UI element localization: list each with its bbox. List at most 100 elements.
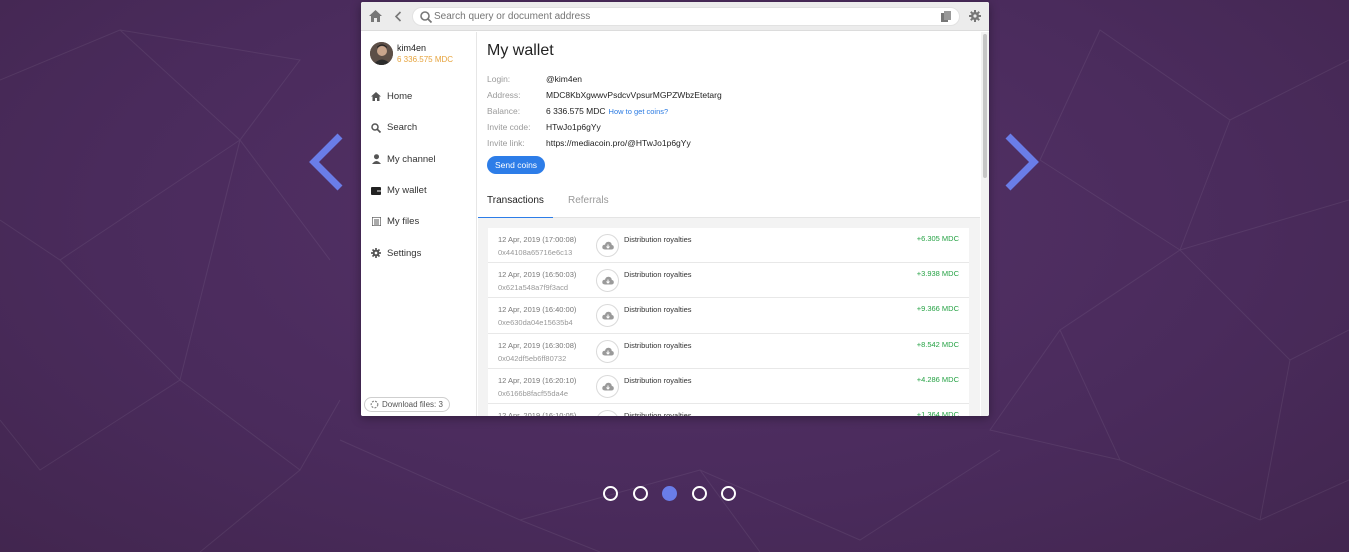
download-files-button[interactable]: Download files: 3	[364, 397, 450, 412]
browser-toolbar	[361, 2, 989, 31]
login-label: Login:	[487, 74, 511, 84]
transaction-date: 12 Apr, 2019 (16:20:10)	[498, 375, 577, 385]
wallet-tabs: Transactions Referrals	[478, 188, 980, 219]
transaction-description: Distribution royalties	[624, 375, 692, 385]
sidebar-item-my-files[interactable]: My files	[361, 206, 477, 237]
balance-row: Balance: 6 336.575 MDC How to get coins?	[487, 103, 722, 119]
search-icon	[371, 123, 381, 133]
transaction-date: 12 Apr, 2019 (16:50:03)	[498, 270, 577, 280]
sidebar: kim4en 6 336.575 MDC Home Search My chan…	[361, 32, 477, 416]
chevron-left-icon	[309, 133, 343, 191]
chevron-left-icon	[394, 10, 402, 22]
login-value: @kim4en	[546, 74, 583, 84]
sidebar-item-my-channel[interactable]: My channel	[361, 144, 477, 175]
transaction-description: Distribution royalties	[624, 410, 692, 416]
cloud-download-icon	[596, 339, 619, 363]
tab-transactions[interactable]: Transactions	[478, 188, 553, 219]
transaction-row[interactable]: 12 Apr, 2019 (16:30:08) 0x042df5eb6ff807…	[488, 333, 969, 369]
transaction-amount: +6.305 MDC	[916, 234, 959, 243]
login-row: Login: @kim4en	[487, 71, 722, 87]
scrollbar-thumb[interactable]	[983, 34, 987, 178]
search-icon	[420, 11, 433, 24]
paste-icon[interactable]	[940, 10, 953, 23]
carousel-dot-1[interactable]	[603, 486, 618, 501]
transaction-description: Distribution royalties	[624, 235, 692, 244]
carousel-dot-4[interactable]	[691, 486, 707, 501]
transaction-row[interactable]: 12 Apr, 2019 (16:40:00) 0xe630da04e15635…	[488, 298, 969, 334]
transaction-amount: +1.364 MDC	[916, 409, 959, 416]
spinner-icon	[370, 400, 379, 409]
user-balance: 6 336.575 MDC	[397, 55, 454, 64]
scrollbar[interactable]	[981, 32, 989, 416]
transaction-date: 12 Apr, 2019 (17:00:08)	[498, 235, 577, 244]
carousel-dot-3[interactable]	[662, 486, 677, 501]
transactions-list: 12 Apr, 2019 (17:00:08) 0x44108a65716e6c…	[488, 228, 969, 416]
home-button[interactable]	[367, 8, 383, 24]
invite-code-value: HTwJo1p6gYy	[546, 122, 601, 132]
balance-label: Balance:	[487, 106, 521, 116]
transaction-row[interactable]: 12 Apr, 2019 (16:20:10) 0x6166b8facf55da…	[488, 368, 969, 404]
page-title: My wallet	[487, 42, 554, 59]
search-bar	[412, 7, 960, 26]
transaction-amount: +9.366 MDC	[916, 304, 959, 314]
wallet-page: My wallet Login: @kim4en Address: MDC8KbXg…	[478, 32, 980, 416]
invite-link-label: Invite link:	[487, 138, 525, 148]
balance-value: 6 336.575 MDC	[546, 106, 606, 116]
gear-icon	[969, 10, 981, 22]
download-files-label: Download files: 3	[382, 400, 443, 409]
sidebar-item-label: My channel	[387, 153, 436, 165]
back-button[interactable]	[390, 8, 406, 24]
transaction-row[interactable]: 12 Apr, 2019 (17:00:08) 0x44108a65716e6c…	[488, 228, 969, 264]
user-profile[interactable]: kim4en 6 336.575 MDC	[370, 42, 476, 68]
carousel-dots	[603, 486, 743, 501]
settings-button[interactable]	[967, 8, 983, 24]
how-to-get-coins-link[interactable]: How to get coins?	[609, 107, 669, 116]
invite-link-value: https://mediacoin.pro/@HTwJo1p6gYy	[546, 138, 691, 148]
transaction-amount: +3.938 MDC	[916, 269, 959, 279]
address-row: Address: MDC8KbXgwwvPsdcvVpsurMGPZWbzEtet…	[487, 87, 722, 103]
transaction-description: Distribution royalties	[624, 270, 692, 280]
carousel-next-button[interactable]	[1002, 132, 1042, 192]
gear-icon	[371, 248, 381, 259]
user-name: kim4en	[397, 43, 427, 53]
tab-referrals[interactable]: Referrals	[568, 188, 609, 218]
search-input[interactable]	[434, 9, 934, 24]
wallet-info: Login: @kim4en Address: MDC8KbXgwwvPsdcvVp…	[487, 71, 722, 151]
transaction-date: 12 Apr, 2019 (16:40:00)	[498, 305, 577, 315]
chevron-right-icon	[1005, 133, 1039, 191]
carousel-dot-5[interactable]	[721, 486, 736, 501]
sidebar-item-label: My wallet	[387, 185, 427, 197]
user-icon	[371, 154, 381, 165]
cloud-download-icon	[596, 269, 619, 293]
carousel-prev-button[interactable]	[306, 132, 346, 192]
sidebar-item-label: Search	[387, 122, 418, 134]
cloud-download-icon	[596, 409, 619, 416]
carousel-dot-2[interactable]	[632, 486, 648, 501]
sidebar-item-label: Home	[387, 91, 413, 103]
transaction-row[interactable]: 12 Apr, 2019 (16:10:05) Distribution roy…	[488, 403, 969, 416]
transactions-panel: 12 Apr, 2019 (17:00:08) 0x44108a65716e6c…	[478, 218, 980, 416]
sidebar-item-label: My files	[387, 216, 420, 228]
transaction-amount: +8.542 MDC	[916, 339, 959, 349]
sidebar-item-search[interactable]: Search	[361, 112, 477, 143]
cloud-download-icon	[596, 374, 619, 398]
transaction-date: 12 Apr, 2019 (16:30:08)	[498, 340, 577, 350]
cloud-download-icon	[596, 304, 619, 328]
avatar	[370, 42, 393, 65]
invite-code-label: Invite code:	[487, 122, 531, 132]
transaction-description: Distribution royalties	[624, 340, 692, 350]
transaction-hash: 0x44108a65716e6c13	[498, 248, 573, 257]
transaction-description: Distribution royalties	[624, 305, 692, 315]
transaction-row[interactable]: 12 Apr, 2019 (16:50:03) 0x621a548a7f9f3a…	[488, 263, 969, 299]
app-screenshot: kim4en 6 336.575 MDC Home Search My chan…	[361, 2, 989, 416]
sidebar-item-home[interactable]: Home	[361, 81, 477, 112]
transaction-hash: 0xe630da04e15635b4	[498, 318, 573, 328]
home-icon	[371, 92, 381, 102]
sidebar-item-settings[interactable]: Settings	[361, 237, 477, 268]
files-icon	[371, 217, 381, 227]
transaction-amount: +4.286 MDC	[916, 374, 959, 384]
sidebar-item-my-wallet[interactable]: My wallet	[361, 175, 477, 206]
send-coins-button[interactable]: Send coins	[487, 156, 546, 174]
home-icon	[368, 10, 382, 22]
wallet-icon	[371, 186, 381, 196]
